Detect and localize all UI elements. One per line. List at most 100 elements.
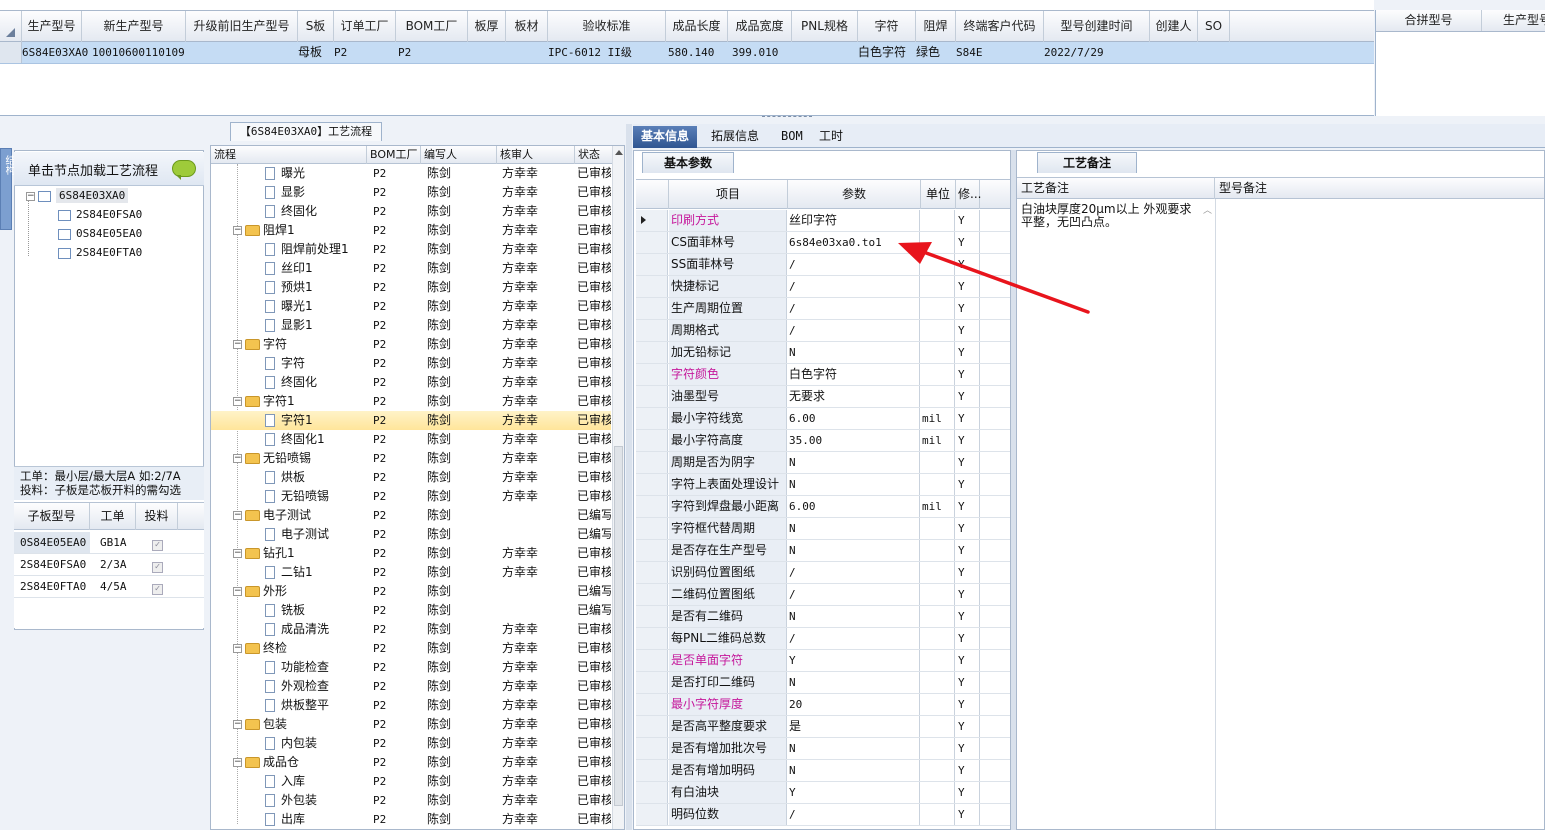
param-value[interactable]: / xyxy=(788,562,920,583)
table-row[interactable]: 6S84E03XA0 10010600110109 母板 P2 P2 IPC-6… xyxy=(0,42,1374,64)
tree-node-2S84E0FTA0[interactable]: 2S84E0FTA0 xyxy=(58,244,142,262)
col-header-customer[interactable]: 终端客户代码 xyxy=(956,11,1044,42)
tab-work-hours[interactable]: 工时 xyxy=(811,126,851,148)
param-value[interactable]: N xyxy=(788,540,920,561)
flow-row[interactable]: 显影1 P2 陈剑 方幸幸 已审核 xyxy=(211,316,611,335)
flow-row[interactable]: 曝光 P2 陈剑 方幸幸 已审核 xyxy=(211,164,611,183)
param-value[interactable]: 无要求 xyxy=(788,386,920,407)
param-row[interactable]: 二维码位置图纸 / Y xyxy=(636,584,1010,606)
flow-row[interactable]: 烘板整平 P2 陈剑 方幸幸 已审核 xyxy=(211,696,611,715)
col-header-merge-prod-model[interactable]: 生产型号 xyxy=(1482,10,1545,31)
tab-extended-info[interactable]: 拓展信息 xyxy=(703,126,767,148)
col-header-material[interactable]: 板材 xyxy=(506,11,548,42)
param-value[interactable]: / xyxy=(788,584,920,605)
flow-row[interactable]: 外观检查 P2 陈剑 方幸幸 已审核 xyxy=(211,677,611,696)
flow-row[interactable]: 电子测试 P2 陈剑 已编写 xyxy=(211,525,611,544)
param-value[interactable]: N xyxy=(788,760,920,781)
param-value[interactable]: N xyxy=(788,452,920,473)
param-value[interactable]: N xyxy=(788,672,920,693)
flow-row[interactable]: − 字符1 P2 陈剑 方幸幸 已审核 xyxy=(211,392,611,411)
collapse-icon[interactable]: − xyxy=(233,587,242,596)
collapse-icon[interactable]: − xyxy=(233,644,242,653)
tree-root[interactable]: − 6S84E03XA0 xyxy=(26,187,129,205)
param-row[interactable]: 每PNL二维码总数 / Y xyxy=(636,628,1010,650)
col-header-process-note[interactable]: 工艺备注 xyxy=(1017,178,1215,199)
flow-row[interactable]: − 电子测试 P2 陈剑 已编写 xyxy=(211,506,611,525)
tree-node-2S84E0FSA0[interactable]: 2S84E0FSA0 xyxy=(58,206,142,224)
col-header-old-model[interactable]: 升级前旧生产型号 xyxy=(186,11,298,42)
collapse-icon[interactable]: − xyxy=(233,340,242,349)
col-header-item[interactable]: 项目 xyxy=(669,180,788,209)
col-header-writer[interactable]: 编写人 xyxy=(421,146,497,164)
flow-row[interactable]: − 外形 P2 陈剑 已编写 xyxy=(211,582,611,601)
vertical-splitter[interactable] xyxy=(626,124,632,830)
col-header-mask[interactable]: 阻焊 xyxy=(916,11,956,42)
param-value[interactable]: / xyxy=(788,320,920,341)
param-row[interactable]: 是否有增加明码 N Y xyxy=(636,760,1010,782)
col-header-merge-model[interactable]: 合拼型号 xyxy=(1376,10,1482,31)
collapse-icon[interactable]: − xyxy=(233,226,242,235)
param-row[interactable]: 是否存在生产型号 N Y xyxy=(636,540,1010,562)
param-value[interactable]: 6.00 xyxy=(788,408,920,429)
flow-row[interactable]: 铣板 P2 陈剑 已编写 xyxy=(211,601,611,620)
param-row[interactable]: 加无铅标记 N Y xyxy=(636,342,1010,364)
param-row[interactable]: 油墨型号 无要求 Y xyxy=(636,386,1010,408)
flow-row[interactable]: 丝印1 P2 陈剑 方幸幸 已审核 xyxy=(211,259,611,278)
param-value[interactable]: N xyxy=(788,518,920,539)
col-header-flow[interactable]: 流程 xyxy=(211,146,367,164)
col-header-standard[interactable]: 验收标准 xyxy=(548,11,666,42)
col-header-so[interactable]: SO xyxy=(1198,11,1230,42)
param-value[interactable]: Y xyxy=(788,782,920,803)
param-row[interactable]: 是否有增加批次号 N Y xyxy=(636,738,1010,760)
col-header-created[interactable]: 型号创建时间 xyxy=(1044,11,1150,42)
param-value[interactable]: 6.00 xyxy=(788,496,920,517)
col-header-sub-order[interactable]: 工单 xyxy=(90,503,136,530)
flow-row[interactable]: 预烘1 P2 陈剑 方幸幸 已审核 xyxy=(211,278,611,297)
col-header-status[interactable]: 状态 xyxy=(575,146,613,164)
param-row[interactable]: 是否打印二维码 N Y xyxy=(636,672,1010,694)
param-row[interactable]: 明码位数 / Y xyxy=(636,804,1010,826)
param-row[interactable]: 字符颜色 白色字符 Y xyxy=(636,364,1010,386)
flow-row[interactable]: − 字符 P2 陈剑 方幸幸 已审核 xyxy=(211,335,611,354)
param-row[interactable]: 识别码位置图纸 / Y xyxy=(636,562,1010,584)
process-note-text[interactable]: 白油块厚度20μm以上 外观要求 平整，无凹凸点。 xyxy=(1021,203,1207,229)
param-row[interactable]: 是否有二维码 N Y xyxy=(636,606,1010,628)
collapse-icon[interactable]: − xyxy=(26,191,35,201)
col-header-model[interactable]: 生产型号 xyxy=(22,11,82,42)
col-header-flow-bom[interactable]: BOM工厂 xyxy=(367,146,421,164)
flow-row[interactable]: 字符1 P2 陈剑 方幸幸 已审核 xyxy=(211,411,611,430)
collapse-icon[interactable]: − xyxy=(233,549,242,558)
flow-row[interactable]: 烘板 P2 陈剑 方幸幸 已审核 xyxy=(211,468,611,487)
flow-row[interactable]: 阻焊前处理1 P2 陈剑 方幸幸 已审核 xyxy=(211,240,611,259)
col-header-thickness[interactable]: 板厚 xyxy=(468,11,506,42)
col-header-new-model[interactable]: 新生产型号 xyxy=(82,11,186,42)
feed-checkbox[interactable]: ✓ xyxy=(152,537,163,551)
param-row[interactable]: 有白油块 Y Y xyxy=(636,782,1010,804)
flow-row[interactable]: − 包装 P2 陈剑 方幸幸 已审核 xyxy=(211,715,611,734)
param-value[interactable]: 是 xyxy=(788,716,920,737)
flow-row[interactable]: 曝光1 P2 陈剑 方幸幸 已审核 xyxy=(211,297,611,316)
flow-row[interactable]: − 钻孔1 P2 陈剑 方幸幸 已审核 xyxy=(211,544,611,563)
param-value[interactable]: / xyxy=(788,804,920,825)
col-header-order-factory[interactable]: 订单工厂 xyxy=(334,11,396,42)
tab-process-notes[interactable]: 工艺备注 xyxy=(1037,152,1137,173)
col-header-s-board[interactable]: S板 xyxy=(298,11,334,42)
collapse-icon[interactable]: − xyxy=(233,454,242,463)
table-row[interactable]: 2S84E0FSA0 2/3A ✓ xyxy=(14,554,204,576)
flow-row[interactable]: 入库 P2 陈剑 方幸幸 已审核 xyxy=(211,772,611,791)
collapse-icon[interactable]: − xyxy=(233,720,242,729)
param-row[interactable]: 是否高平整度要求是 Y xyxy=(636,716,1010,738)
scroll-thumb[interactable] xyxy=(614,446,623,806)
param-row[interactable]: 周期格式 / Y xyxy=(636,320,1010,342)
param-row[interactable]: 最小字符线宽 6.00 mil Y xyxy=(636,408,1010,430)
param-value[interactable]: 白色字符 xyxy=(788,364,920,385)
param-value[interactable]: N xyxy=(788,606,920,627)
flow-row[interactable]: 显影 P2 陈剑 方幸幸 已审核 xyxy=(211,183,611,202)
param-row[interactable]: 最小字符厚度 20 Y xyxy=(636,694,1010,716)
table-row[interactable]: 2S84E0FTA0 4/5A ✓ xyxy=(14,576,204,598)
param-value[interactable]: 35.00 xyxy=(788,430,920,451)
flow-row[interactable]: − 阻焊1 P2 陈剑 方幸幸 已审核 xyxy=(211,221,611,240)
flow-row[interactable]: 功能检查 P2 陈剑 方幸幸 已审核 xyxy=(211,658,611,677)
param-row[interactable]: 字符上表面处理设计 N Y xyxy=(636,474,1010,496)
param-value[interactable]: N xyxy=(788,738,920,759)
